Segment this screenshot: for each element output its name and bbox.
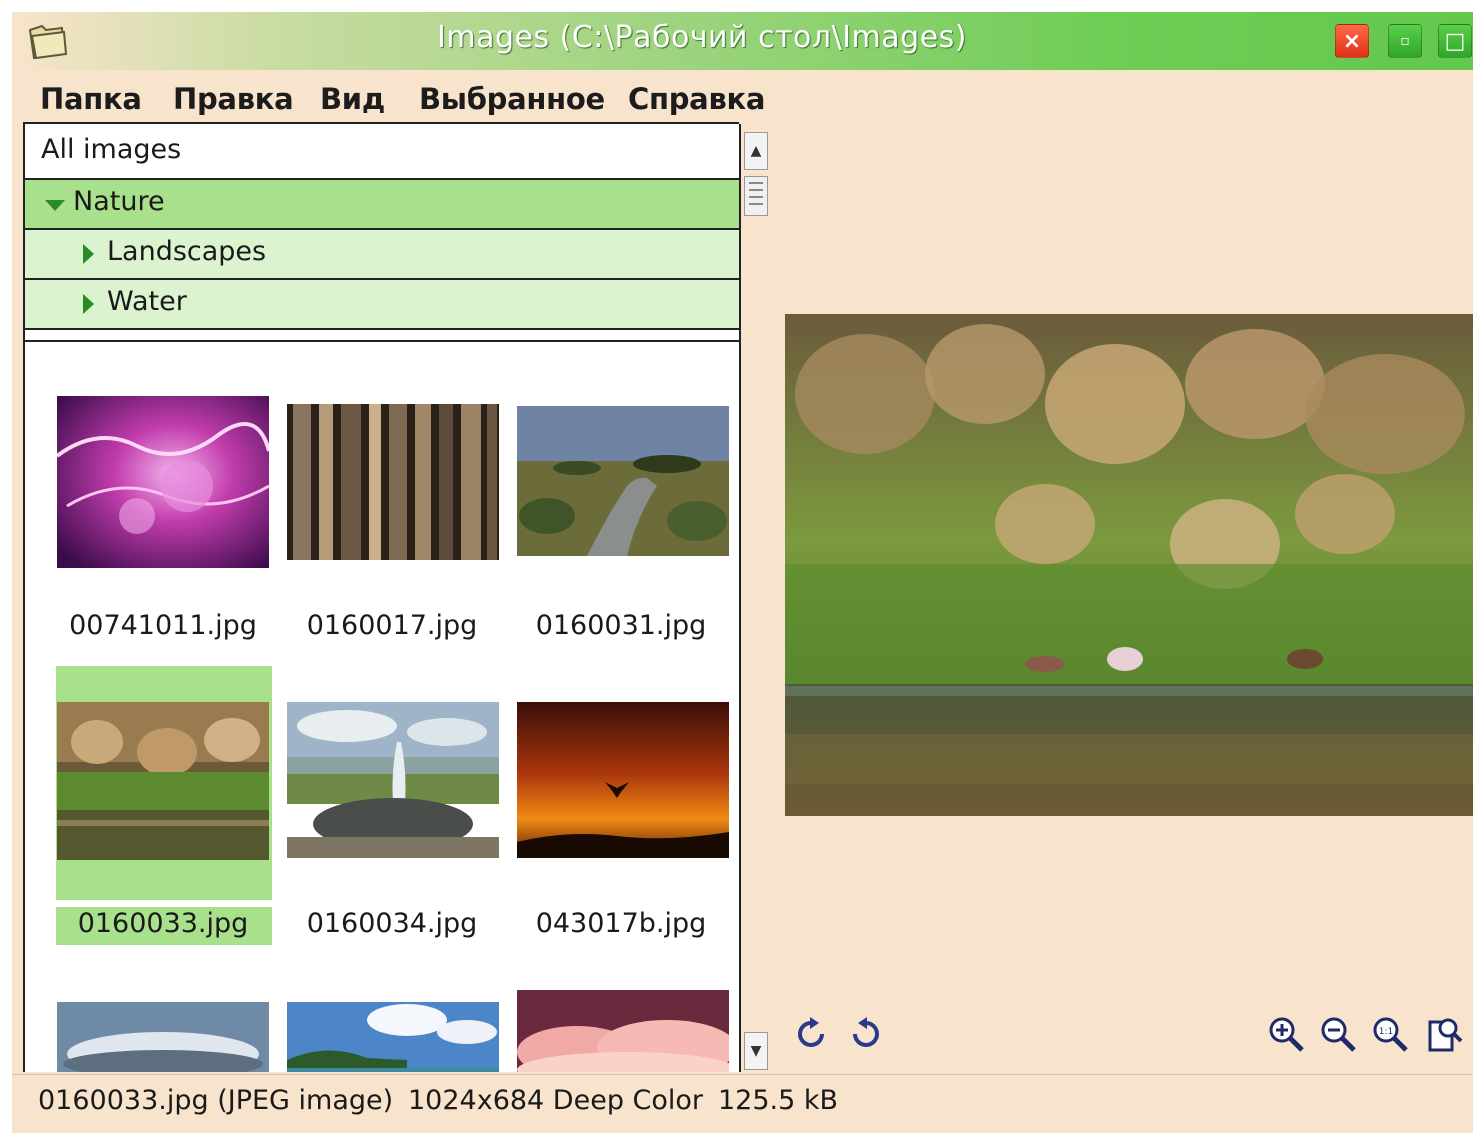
thumbnail-image[interactable] (57, 396, 269, 568)
thumbnail-image[interactable] (57, 1002, 269, 1072)
thumbnail-caption: 0160017.jpg (306, 610, 478, 641)
thumbnail-image[interactable] (287, 1002, 499, 1072)
tree-item-landscapes[interactable]: Landscapes (25, 230, 739, 280)
close-icon: × (1342, 28, 1362, 54)
close-button[interactable]: × (1335, 24, 1369, 58)
maximize-icon: □ (1444, 28, 1466, 54)
minimize-icon: ▫ (1400, 33, 1410, 49)
menu-edit[interactable]: Правка (173, 82, 294, 116)
zoom-in-icon[interactable] (1266, 1014, 1306, 1054)
status-bar: 0160033.jpg (JPEG image) 1024x684 Deep C… (12, 1074, 1473, 1133)
menu-help[interactable]: Справка (628, 82, 765, 116)
triangle-right-icon[interactable] (83, 294, 94, 314)
minimize-button[interactable]: ▫ (1388, 24, 1422, 58)
maximize-button[interactable]: □ (1438, 24, 1472, 58)
thumbnail-image[interactable] (517, 702, 729, 858)
status-dimensions: 1024x684 Deep Color (408, 1085, 704, 1116)
image-preview[interactable] (785, 314, 1473, 816)
thumbnail-grid: 00741011.jpg 0160017.jpg 0160031.jpg 016… (23, 342, 739, 1072)
rotate-clockwise-icon[interactable] (792, 1014, 832, 1054)
thumbnail-caption: 00741011.jpg (69, 610, 257, 641)
thumbnail-image[interactable] (287, 702, 499, 858)
thumbnail-caption: 0160033.jpg (77, 908, 249, 939)
triangle-right-icon[interactable] (83, 244, 94, 264)
tree-item-water[interactable]: Water (25, 280, 739, 330)
thumbnail-image[interactable] (287, 404, 499, 560)
tree-item-label: Nature (73, 186, 165, 217)
zoom-out-icon[interactable] (1318, 1014, 1358, 1054)
thumbnail-image[interactable] (517, 406, 729, 556)
scroll-up-button[interactable]: ▲ (744, 132, 768, 170)
folder-icon (28, 24, 68, 60)
title-bar[interactable]: Images (C:\Рабочий стол\Images) × ▫ □ (12, 12, 1473, 70)
thumbnail-caption: 0160034.jpg (306, 908, 478, 939)
image-viewer-window: Images (C:\Рабочий стол\Images) × ▫ □ Па… (12, 12, 1473, 1133)
tree-item-nature[interactable]: Nature (25, 180, 739, 230)
tree-item-label: Water (107, 286, 187, 317)
tree-item-all-images[interactable]: All images (25, 124, 739, 180)
folder-tree: All images Nature Landscapes Water (23, 122, 739, 342)
menu-view[interactable]: Вид (320, 82, 385, 116)
status-file: 0160033.jpg (JPEG image) (38, 1085, 394, 1116)
zoom-100-icon[interactable]: 1:1 (1370, 1014, 1410, 1054)
window-title: Images (C:\Рабочий стол\Images) (437, 20, 967, 55)
fit-window-icon[interactable] (1424, 1014, 1464, 1054)
scroll-down-button[interactable]: ▼ (744, 1032, 768, 1070)
scroll-thumb[interactable] (744, 176, 768, 216)
menu-favorites[interactable]: Выбранное (419, 82, 605, 116)
menu-bar: Папка Правка Вид Выбранное Справка (12, 74, 812, 124)
zoom-100-label: 1:1 (1379, 1027, 1393, 1037)
thumbnail-image[interactable] (517, 990, 729, 1072)
menu-folder[interactable]: Папка (40, 82, 142, 116)
thumbnail-caption: 043017b.jpg (535, 908, 707, 939)
tree-item-label: Landscapes (107, 236, 267, 267)
thumbnail-caption: 0160031.jpg (535, 610, 707, 641)
thumbnail-scrollbar[interactable]: ▲ ▼ (739, 124, 771, 1072)
rotate-counterclockwise-icon[interactable] (845, 1014, 885, 1054)
thumbnail-image[interactable] (57, 702, 269, 860)
tree-item-label: All images (41, 134, 182, 165)
status-size: 125.5 kB (718, 1085, 839, 1116)
triangle-down-icon[interactable] (45, 200, 65, 211)
